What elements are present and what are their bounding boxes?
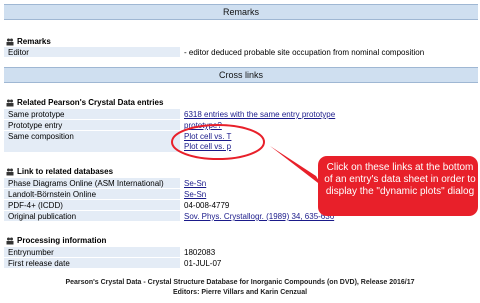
callout-arrow: [270, 146, 322, 186]
callout-annotation: [171, 124, 478, 216]
callout-text: Click on these links at the bottom of an…: [324, 162, 476, 197]
highlight-ellipse: [171, 124, 265, 160]
